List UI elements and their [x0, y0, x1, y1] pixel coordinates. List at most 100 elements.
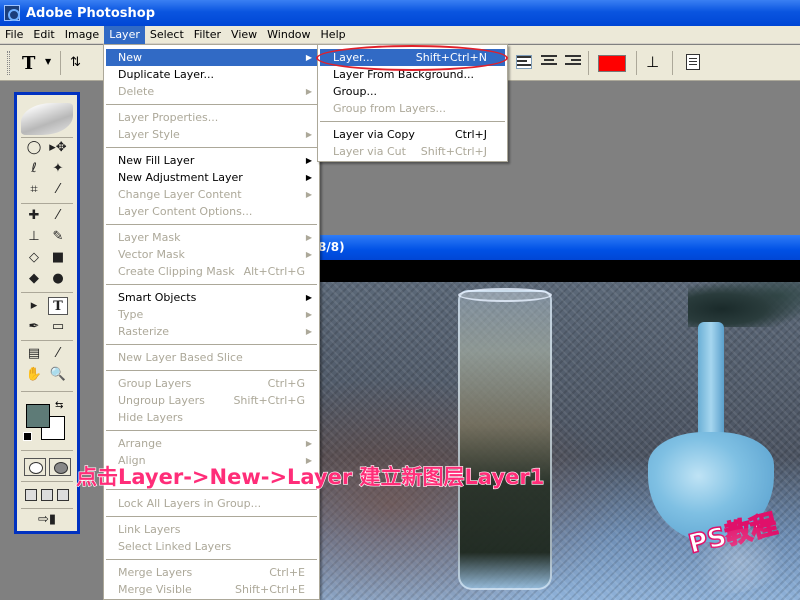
layer-menu-new-fill-layer[interactable]: New Fill Layer ▶: [106, 152, 317, 169]
photoshop-logo-icon: [4, 5, 20, 21]
character-palette-icon[interactable]: [686, 54, 700, 70]
glass-image: [458, 290, 552, 590]
toolbox: ◯ ▸✥ ℓ ✦ ⌗ ⁄ ✚ ⁄ ⊥ ✎ ◇ ■ ◆ ● ▸ T ✒ ▭ ▤ ⁄…: [14, 92, 80, 534]
layer-menu-rasterize[interactable]: Rasterize ▶: [106, 323, 317, 340]
type-tool-icon[interactable]: T: [22, 53, 35, 74]
menu-separator: [106, 224, 317, 225]
layer-menu-smart-objects[interactable]: Smart Objects ▶: [106, 289, 317, 306]
menu-select[interactable]: Select: [145, 26, 189, 44]
slice-tool-icon[interactable]: ⁄: [48, 181, 68, 199]
layer-menu-delete[interactable]: Delete ▶: [106, 83, 317, 100]
zoom-tool-icon[interactable]: 🔍: [48, 366, 68, 384]
standard-screen-mode-button[interactable]: [25, 489, 37, 501]
lasso-tool-icon[interactable]: ℓ: [24, 160, 44, 178]
submenu-arrow-icon: ▶: [305, 293, 312, 302]
full-screen-mode-button[interactable]: [57, 489, 69, 501]
feather-logo-icon: [21, 103, 73, 135]
layer-menu-layer-properties[interactable]: Layer Properties...: [106, 109, 317, 126]
pen-tool-icon[interactable]: ✒: [24, 318, 44, 336]
menu-filter[interactable]: Filter: [189, 26, 226, 44]
gradient-tool-icon[interactable]: ■: [48, 249, 68, 267]
align-right-button[interactable]: [565, 55, 581, 69]
menu-separator: [106, 147, 317, 148]
options-grip[interactable]: [7, 51, 10, 75]
tool-preset-dropdown-icon[interactable]: ▼: [45, 57, 51, 66]
submenu-arrow-icon: ▶: [305, 190, 312, 199]
foreground-color-swatch[interactable]: [26, 404, 50, 428]
eraser-tool-icon[interactable]: ◇: [24, 249, 44, 267]
new-submenu-layer-via-cut[interactable]: Layer via Cut Shift+Ctrl+J: [320, 143, 505, 160]
quick-mask-mode-button[interactable]: [49, 458, 71, 476]
text-orientation-icon[interactable]: ⇅: [70, 55, 81, 70]
new-submenu-layer-via-copy[interactable]: Layer via Copy Ctrl+J: [320, 126, 505, 143]
full-screen-menu-mode-button[interactable]: [41, 489, 53, 501]
submenu-arrow-icon: ▶: [305, 130, 312, 139]
menu-edit[interactable]: Edit: [28, 26, 59, 44]
move-tool-icon[interactable]: ▸✥: [48, 139, 68, 157]
menu-help[interactable]: Help: [316, 26, 351, 44]
menu-view[interactable]: View: [226, 26, 262, 44]
menu-layer[interactable]: Layer: [104, 25, 145, 44]
align-center-button[interactable]: [541, 55, 557, 69]
type-tool-icon[interactable]: T: [48, 297, 68, 315]
layer-menu-hide-layers[interactable]: Hide Layers: [106, 409, 317, 426]
swap-colors-icon[interactable]: ⇆: [55, 400, 63, 411]
toolbox-separator: [21, 450, 73, 451]
layer-menu-new-adjustment-layer[interactable]: New Adjustment Layer ▶: [106, 169, 317, 186]
menu-separator: [106, 370, 317, 371]
brush-tool-icon[interactable]: ⁄: [48, 207, 68, 225]
new-submenu-group[interactable]: Group...: [320, 83, 505, 100]
layer-menu-type[interactable]: Type ▶: [106, 306, 317, 323]
submenu-arrow-icon: ▶: [305, 173, 312, 182]
submenu-arrow-icon: ▶: [305, 310, 312, 319]
layer-menu-group-layers[interactable]: Group Layers Ctrl+G: [106, 375, 317, 392]
default-colors-icon[interactable]: [23, 432, 32, 441]
magic-wand-tool-icon[interactable]: ✦: [48, 160, 68, 178]
layer-menu-duplicate-layer[interactable]: Duplicate Layer...: [106, 66, 317, 83]
healing-brush-tool-icon[interactable]: ✚: [24, 207, 44, 225]
layer-menu-new-layer-based-slice[interactable]: New Layer Based Slice: [106, 349, 317, 366]
dodge-tool-icon[interactable]: ●: [48, 270, 68, 288]
layer-menu-link-layers[interactable]: Link Layers: [106, 521, 317, 538]
standard-mode-button[interactable]: [24, 458, 46, 476]
jump-to-imageready-icon[interactable]: ⇨▮: [33, 511, 61, 529]
layer-menu-new[interactable]: New ▶: [106, 49, 317, 66]
menu-image[interactable]: Image: [60, 26, 104, 44]
blur-tool-icon[interactable]: ◆: [24, 270, 44, 288]
layer-menu-lock-all-layers-in-group[interactable]: Lock All Layers in Group...: [106, 495, 317, 512]
marquee-tool-icon[interactable]: ◯: [24, 139, 44, 157]
layer-menu-layer-mask[interactable]: Layer Mask ▶: [106, 229, 317, 246]
toolbox-separator: [21, 481, 73, 482]
submenu-arrow-icon: ▶: [305, 439, 312, 448]
clone-stamp-tool-icon[interactable]: ⊥: [24, 228, 44, 246]
rectangle-tool-icon[interactable]: ▭: [48, 318, 68, 336]
notes-tool-icon[interactable]: ▤: [24, 345, 44, 363]
new-submenu-group-from-layers[interactable]: Group from Layers...: [320, 100, 505, 117]
hand-tool-icon[interactable]: ✋: [24, 366, 44, 384]
layer-menu-merge-visible[interactable]: Merge Visible Shift+Ctrl+E: [106, 581, 317, 598]
layer-menu-merge-layers[interactable]: Merge Layers Ctrl+E: [106, 564, 317, 581]
layer-menu-select-linked-layers[interactable]: Select Linked Layers: [106, 538, 317, 555]
eyedropper-tool-icon[interactable]: ⁄: [48, 345, 68, 363]
layer-menu-arrange[interactable]: Arrange ▶: [106, 435, 317, 452]
options-separator: [588, 51, 589, 75]
layer-menu-layer-content-options[interactable]: Layer Content Options...: [106, 203, 317, 220]
layer-menu-ungroup-layers[interactable]: Ungroup Layers Shift+Ctrl+G: [106, 392, 317, 409]
layer-menu-create-clipping-mask[interactable]: Create Clipping Mask Alt+Ctrl+G: [106, 263, 317, 280]
align-left-button[interactable]: [516, 55, 532, 69]
options-separator: [672, 51, 673, 75]
layer-menu-layer-style[interactable]: Layer Style ▶: [106, 126, 317, 143]
crop-tool-icon[interactable]: ⌗: [24, 181, 44, 199]
layer-menu-vector-mask[interactable]: Vector Mask ▶: [106, 246, 317, 263]
history-brush-tool-icon[interactable]: ✎: [48, 228, 68, 246]
warp-text-icon[interactable]: ⊥: [646, 53, 659, 71]
toolbox-separator: [21, 391, 73, 392]
menu-window[interactable]: Window: [262, 26, 315, 44]
text-color-swatch[interactable]: [598, 55, 626, 72]
path-selection-tool-icon[interactable]: ▸: [24, 297, 44, 315]
layer-menu-change-layer-content[interactable]: Change Layer Content ▶: [106, 186, 317, 203]
vase-neck-image: [698, 322, 724, 442]
glass-rim-image: [458, 288, 552, 302]
menu-file[interactable]: File: [0, 26, 28, 44]
menu-separator: [106, 516, 317, 517]
